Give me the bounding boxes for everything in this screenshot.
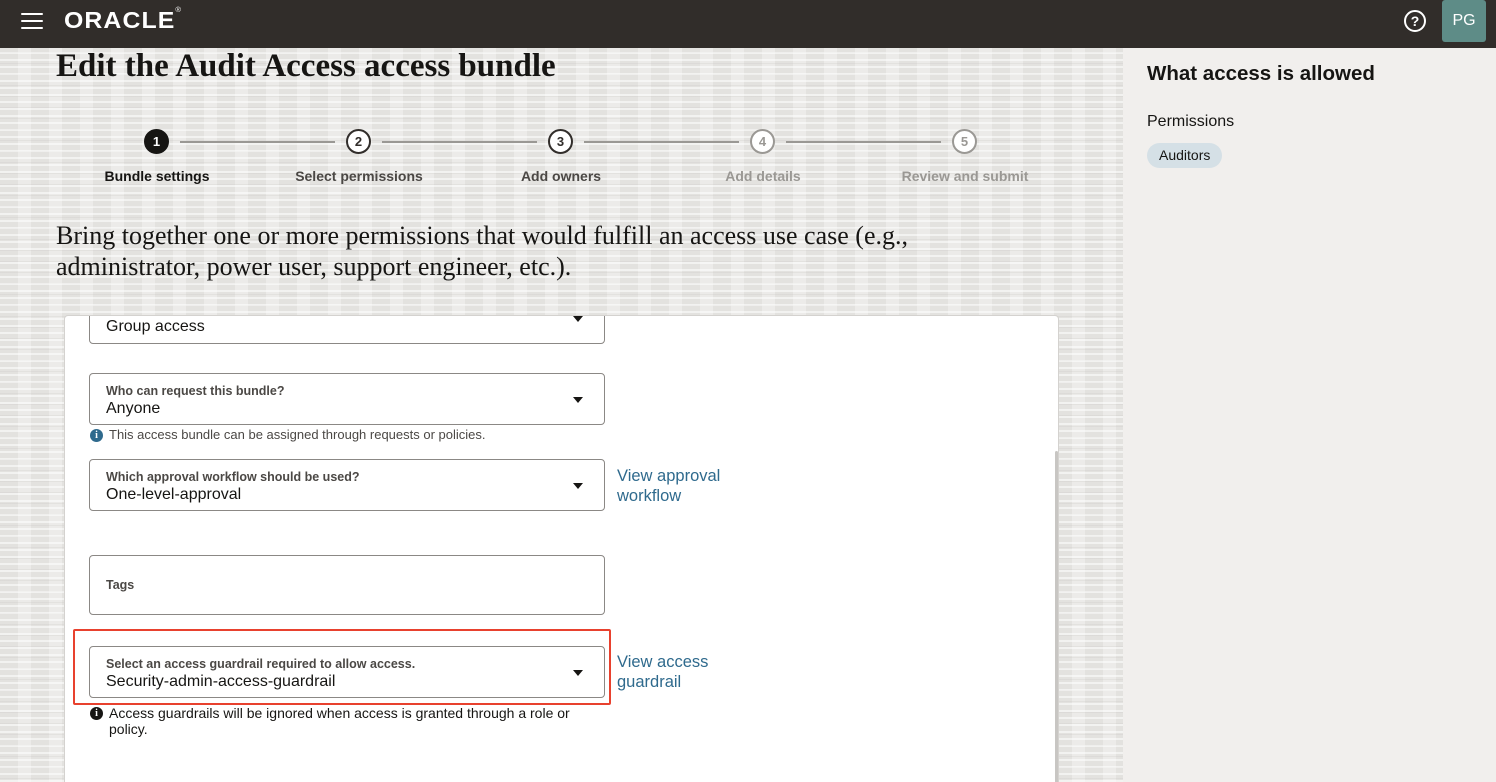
requesters-hint: This access bundle can be assigned throu…	[109, 427, 486, 442]
hamburger-icon[interactable]	[21, 13, 43, 30]
page-title: Edit the Audit Access access bundle	[56, 48, 556, 85]
chevron-down-icon	[573, 483, 583, 489]
step-connector	[584, 141, 739, 143]
guardrail-label: Select an access guardrail required to a…	[106, 657, 416, 671]
workflow-value: One-level-approval	[106, 486, 242, 503]
step-label: Review and submit	[901, 168, 1029, 184]
access-summary-panel: What access is allowed Permissions Audit…	[1123, 48, 1496, 782]
requesters-label: Who can request this bundle?	[106, 384, 285, 398]
step-connector	[786, 141, 941, 143]
chevron-down-icon	[573, 316, 583, 322]
panel-title: What access is allowed	[1147, 62, 1375, 85]
chevron-down-icon	[573, 397, 583, 403]
permission-chip: Auditors	[1147, 143, 1223, 168]
view-approval-workflow-link[interactable]: View approval workflow	[617, 466, 747, 506]
help-icon[interactable]: ?	[1404, 10, 1426, 32]
access-type-select[interactable]: Group access	[89, 316, 605, 344]
step-number: 2	[346, 129, 371, 154]
chevron-down-icon	[573, 670, 583, 676]
tags-input[interactable]: Tags	[89, 555, 605, 615]
workflow-select[interactable]: Which approval workflow should be used? …	[89, 459, 605, 511]
step-label: Select permissions	[295, 168, 423, 184]
oracle-logo[interactable]: ORACLE®	[64, 7, 182, 34]
title-suffix: access bundle	[364, 48, 556, 84]
guardrail-value: Security-admin-access-guardrail	[106, 673, 336, 690]
access-type-value: Group access	[106, 318, 205, 335]
step-number: 4	[750, 129, 775, 154]
requesters-value: Anyone	[106, 400, 161, 417]
step-connector	[180, 141, 335, 143]
info-icon: i	[90, 429, 103, 442]
step-label: Bundle settings	[104, 168, 210, 184]
info-icon: i	[90, 707, 103, 720]
requesters-select[interactable]: Who can request this bundle? Anyone	[89, 373, 605, 425]
step-label: Add details	[725, 168, 801, 184]
tags-label: Tags	[106, 578, 135, 592]
logo-text: ORACLE	[64, 7, 176, 33]
workflow-label: Which approval workflow should be used?	[106, 470, 360, 484]
guardrail-hint: Access guardrails will be ignored when a…	[109, 705, 570, 737]
permissions-label: Permissions	[1147, 113, 1235, 130]
guardrail-select[interactable]: Select an access guardrail required to a…	[89, 646, 605, 698]
view-access-guardrail-link[interactable]: View access guardrail	[617, 652, 747, 692]
step-number: 5	[952, 129, 977, 154]
main-content: Edit the Audit Access access bundle 1 Bu…	[0, 48, 1123, 782]
bundle-settings-form: Group access Who can request this bundle…	[64, 315, 1059, 782]
avatar[interactable]: PG	[1442, 0, 1486, 42]
step-number: 1	[144, 129, 169, 154]
top-bar: ORACLE® ? PG	[0, 0, 1496, 48]
form-scrollbar[interactable]	[1055, 451, 1058, 782]
step-connector	[382, 141, 537, 143]
title-prefix: Edit the	[56, 48, 169, 84]
intro-text: Bring together one or more permissions t…	[56, 221, 908, 281]
title-bundle-name: Audit Access	[175, 48, 356, 84]
step-label: Add owners	[520, 168, 602, 184]
logo-mark: ®	[175, 7, 183, 14]
step-number: 3	[548, 129, 573, 154]
